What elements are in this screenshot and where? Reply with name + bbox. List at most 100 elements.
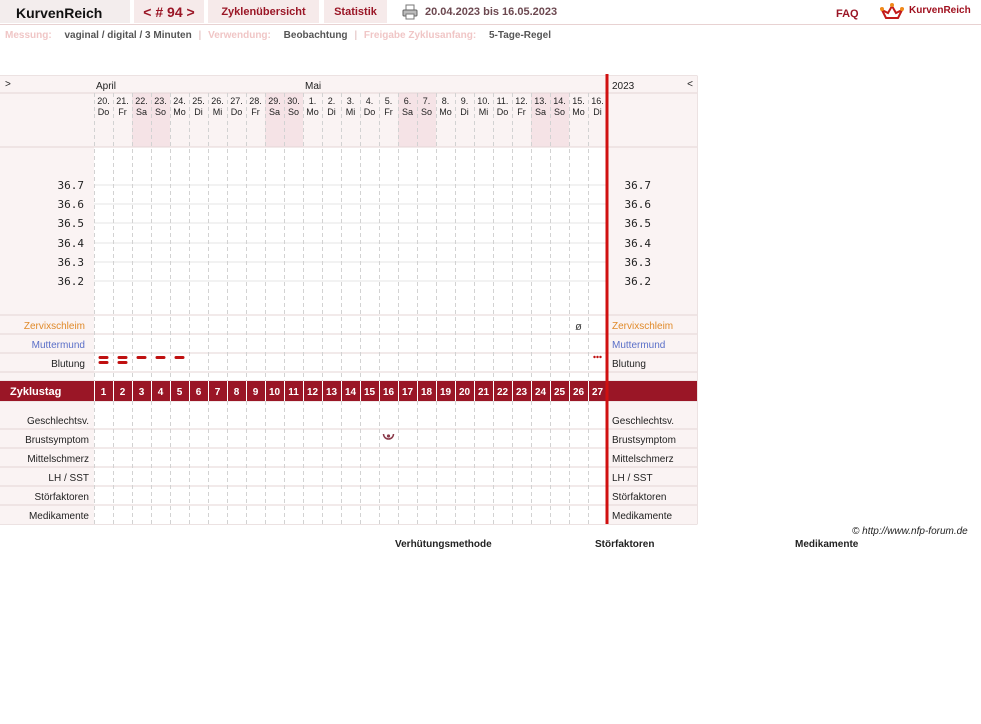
day-date: 5. xyxy=(385,96,393,106)
day-weekday: Di xyxy=(593,107,602,117)
day-date: 23. xyxy=(154,96,167,106)
temp-tick-right: 36.3 xyxy=(625,256,652,269)
day-weekday: Fr xyxy=(251,107,260,117)
cycle-day-label: Zyklustag xyxy=(10,386,61,398)
left-axis-panel xyxy=(0,147,94,315)
day-date: 22. xyxy=(135,96,148,106)
cycle-chart: 36.7 36.736.6 36.636.5 36.536.4 36.436.3 36.3… xyxy=(0,74,698,525)
cycle-day-number: 15 xyxy=(364,387,376,398)
bleeding-mark xyxy=(98,361,109,364)
legend-meds: Medikamente xyxy=(795,539,859,550)
day-weekday: Di xyxy=(327,107,336,117)
day-weekday: So xyxy=(554,107,565,117)
month-label: Mai xyxy=(305,81,321,92)
day-weekday: Mi xyxy=(479,107,489,117)
day-weekday: Do xyxy=(364,107,376,117)
cycle-day-number: 1 xyxy=(101,387,107,398)
day-date: 2. xyxy=(328,96,336,106)
temp-tick-right: 36.5 xyxy=(625,217,652,230)
temp-tick-left: 36.3 xyxy=(58,256,85,269)
temp-tick-right: 36.7 xyxy=(625,179,652,192)
cycle-day-number: 13 xyxy=(326,387,338,398)
day-date: 4. xyxy=(366,96,374,106)
cycle-day-number: 5 xyxy=(177,387,183,398)
day-weekday: Mo xyxy=(572,107,585,117)
day-date: 20. xyxy=(97,96,110,106)
symptom-row-label-left: LH / SST xyxy=(48,473,89,484)
obs-row-label-left: Blutung xyxy=(51,359,85,370)
obs-row-label-right: Zervixschleim xyxy=(612,321,673,332)
symptom-row-label-right: Mittelschmerz xyxy=(612,454,674,465)
symptom-row-label-left: Brustsymptom xyxy=(25,435,89,446)
day-date: 25. xyxy=(192,96,205,106)
bleeding-mark xyxy=(136,356,147,359)
cycle-day-number: 8 xyxy=(234,387,240,398)
temp-tick-left: 36.5 xyxy=(58,217,85,230)
day-weekday: Di xyxy=(460,107,469,117)
cycle-day-number: 23 xyxy=(516,387,528,398)
cycle-day-number: 11 xyxy=(288,387,299,398)
legend-method: Verhütungsmethode xyxy=(395,539,492,550)
day-date: 12. xyxy=(515,96,528,106)
cycle-day-number: 9 xyxy=(253,387,259,398)
day-weekday: Fr xyxy=(384,107,393,117)
nav-right-button: < xyxy=(687,79,693,90)
cycle-day-number: 22 xyxy=(497,387,509,398)
cycle-day-number: 18 xyxy=(421,387,433,398)
cycle-day-number: 17 xyxy=(402,387,414,398)
day-date: 8. xyxy=(442,96,450,106)
day-weekday: Mo xyxy=(439,107,452,117)
day-weekday: Do xyxy=(231,107,243,117)
temp-tick-left: 36.2 xyxy=(58,275,85,288)
cervix-mark: ø xyxy=(575,321,582,333)
cycle-day-number: 4 xyxy=(158,387,164,398)
day-weekday: Mo xyxy=(306,107,319,117)
temp-tick-right: 36.4 xyxy=(625,237,652,250)
cycle-day-number: 10 xyxy=(269,387,281,398)
bleeding-mark xyxy=(155,356,166,359)
year-label: 2023 xyxy=(612,81,635,92)
cycle-day-number: 6 xyxy=(196,387,202,398)
obs-row-label-left: Muttermund xyxy=(32,340,85,351)
day-date: 9. xyxy=(461,96,469,106)
day-date: 11. xyxy=(497,96,509,106)
cycle-day-number: 14 xyxy=(345,387,357,398)
day-weekday: Mi xyxy=(213,107,223,117)
bleeding-mark xyxy=(174,356,185,359)
cycle-day-number: 26 xyxy=(573,387,585,398)
day-weekday: Mo xyxy=(173,107,186,117)
symptom-row-label-right: LH / SST xyxy=(612,473,653,484)
temp-tick-right: 36.6 xyxy=(625,198,652,211)
right-axis-panel xyxy=(607,147,697,315)
cycle-day-number: 19 xyxy=(440,387,452,398)
day-date: 28. xyxy=(249,96,262,106)
temp-tick-left: 36.4 xyxy=(58,237,85,250)
copyright[interactable]: © http://www.nfp-forum.de xyxy=(852,526,968,537)
day-weekday: Do xyxy=(98,107,110,117)
cycle-day-number: 27 xyxy=(592,387,604,398)
day-date: 24. xyxy=(173,96,186,106)
bleeding-mark xyxy=(599,355,602,359)
bleeding-mark xyxy=(117,356,128,359)
day-weekday: Sa xyxy=(269,107,280,117)
month-label: April xyxy=(96,81,116,92)
day-weekday: Mi xyxy=(346,107,356,117)
obs-row-label-right: Muttermund xyxy=(612,340,665,351)
symptom-grid-bg xyxy=(94,401,607,524)
day-date: 26. xyxy=(211,96,224,106)
cycle-day-number: 2 xyxy=(120,387,126,398)
day-date: 27. xyxy=(230,96,243,106)
day-weekday: So xyxy=(288,107,299,117)
day-date: 29. xyxy=(268,96,281,106)
day-weekday: Sa xyxy=(136,107,147,117)
day-date: 7. xyxy=(423,96,431,106)
symptom-row-label-right: Geschlechtsv. xyxy=(612,416,674,427)
cycle-day-number: 7 xyxy=(215,387,221,398)
day-weekday: So xyxy=(421,107,432,117)
day-weekday: Sa xyxy=(402,107,413,117)
bleeding-mark xyxy=(98,356,109,359)
day-date: 3. xyxy=(347,96,355,106)
obs-row-label-right: Blutung xyxy=(612,359,646,370)
cycle-day-number: 21 xyxy=(478,387,490,398)
symptom-row-label-right: Medikamente xyxy=(612,511,672,522)
